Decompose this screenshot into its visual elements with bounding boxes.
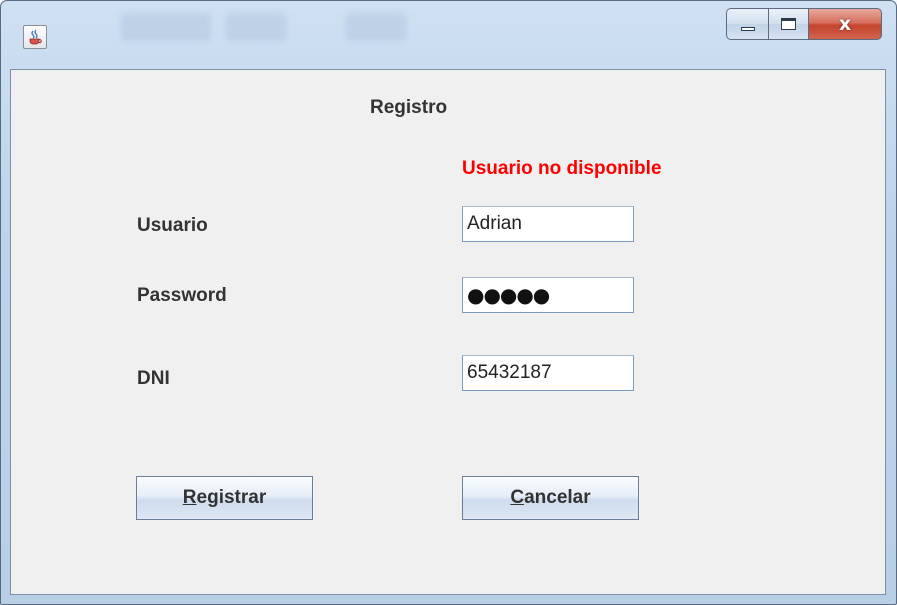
dni-input[interactable] [462, 355, 634, 391]
password-label: Password [137, 285, 227, 306]
close-icon: x [838, 12, 852, 35]
registrar-label: egistrar [196, 487, 267, 508]
error-message: Usuario no disponible [462, 158, 662, 179]
title-bar[interactable]: x [1, 1, 896, 67]
registrar-mnemonic: R [182, 487, 197, 508]
registrar-button[interactable]: Registrar [136, 476, 313, 520]
background-blur [346, 13, 406, 41]
close-button[interactable]: x [808, 8, 882, 40]
password-input[interactable]: ●●●●● [462, 277, 634, 313]
cancelar-label: ancelar [524, 487, 591, 508]
password-mask: ●●●●● [467, 283, 550, 307]
window-controls: x [726, 8, 882, 40]
usuario-input[interactable] [462, 206, 634, 242]
cancelar-button[interactable]: Cancelar [462, 476, 639, 520]
background-blur [121, 13, 211, 41]
usuario-label: Usuario [137, 215, 208, 236]
java-cup-icon[interactable] [23, 25, 47, 49]
minimize-icon [740, 27, 755, 31]
maximize-icon [781, 18, 796, 30]
form-title: Registro [370, 97, 448, 118]
cancelar-mnemonic: C [510, 487, 525, 508]
form-panel: Registro Usuario no disponible Usuario P… [10, 69, 886, 595]
maximize-button[interactable] [768, 8, 808, 40]
background-blur [226, 13, 286, 41]
dni-label: DNI [137, 368, 170, 389]
registration-window: x Registro Usuario no disponible Usuario… [0, 0, 897, 605]
minimize-button[interactable] [726, 8, 768, 40]
